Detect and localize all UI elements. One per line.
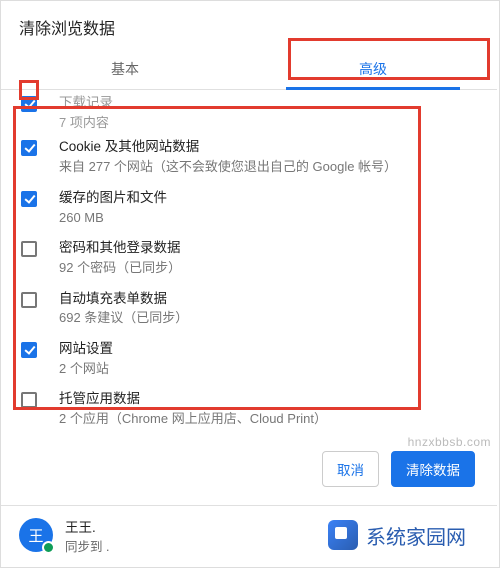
checkbox-download-history[interactable]	[21, 96, 37, 112]
clear-data-button[interactable]: 清除数据	[391, 451, 475, 487]
checkbox-autofill[interactable]	[21, 292, 37, 308]
list-item: 下载记录 7 项内容	[1, 94, 497, 132]
checkbox-site-settings[interactable]	[21, 342, 37, 358]
item-title: 密码和其他登录数据	[59, 239, 181, 258]
list-item: 网站设置 2 个网站	[1, 334, 497, 384]
avatar-initial: 王	[28, 525, 43, 546]
item-title: 网站设置	[59, 340, 113, 359]
site-brand: 系统家园网	[297, 509, 497, 561]
item-title: Cookie 及其他网站数据	[59, 138, 397, 157]
item-title: 托管应用数据	[59, 390, 327, 409]
brand-text: 系统家园网	[366, 521, 466, 550]
brand-logo-icon	[328, 520, 358, 550]
item-subtitle: 92 个密码（已同步）	[59, 258, 181, 278]
dialog-title: 清除浏览数据	[1, 1, 497, 49]
item-subtitle: 2 个应用（Chrome 网上应用店、Cloud Print）	[59, 409, 327, 429]
checkbox-hosted-app-data[interactable]	[21, 392, 37, 408]
item-title: 下载记录	[59, 94, 113, 113]
item-title: 缓存的图片和文件	[59, 189, 167, 208]
profile-sync-status: 同步到 .	[65, 536, 109, 555]
item-subtitle: 260 MB	[59, 208, 167, 228]
checkbox-cookies[interactable]	[21, 140, 37, 156]
tab-basic[interactable]: 基本	[1, 49, 249, 89]
cancel-button[interactable]: 取消	[322, 451, 379, 487]
item-title: 自动填充表单数据	[59, 290, 188, 309]
checkbox-passwords[interactable]	[21, 241, 37, 257]
list-item: 自动填充表单数据 692 条建议（已同步）	[1, 284, 497, 334]
item-subtitle: 2 个网站	[59, 359, 113, 379]
tabs: 基本 高级	[1, 49, 497, 90]
list-item: Cookie 及其他网站数据 来自 277 个网站（这不会致使您退出自己的 Go…	[1, 132, 497, 182]
list-item: 缓存的图片和文件 260 MB	[1, 183, 497, 233]
checkbox-cached-images[interactable]	[21, 191, 37, 207]
avatar: 王	[19, 518, 53, 552]
tab-advanced[interactable]: 高级	[249, 49, 497, 89]
list-item: 密码和其他登录数据 92 个密码（已同步）	[1, 233, 497, 283]
list-item: 托管应用数据 2 个应用（Chrome 网上应用店、Cloud Print）	[1, 384, 497, 434]
data-type-list: 下载记录 7 项内容 Cookie 及其他网站数据 来自 277 个网站（这不会…	[1, 90, 497, 435]
item-subtitle: 692 条建议（已同步）	[59, 308, 188, 328]
dialog-actions: 取消 清除数据	[1, 435, 497, 501]
profile-name: 王王.	[65, 516, 109, 536]
item-subtitle: 来自 277 个网站（这不会致使您退出自己的 Google 帐号）	[59, 157, 397, 177]
footer-note: 要想仅清除此设备中的浏览数据而保留您的 Google 帐号中的	[1, 561, 497, 568]
clear-browsing-data-dialog: 清除浏览数据 基本 高级 下载记录 7 项内容 Cookie 及其他网站数据 来…	[0, 0, 500, 568]
item-subtitle: 7 项内容	[59, 113, 113, 133]
